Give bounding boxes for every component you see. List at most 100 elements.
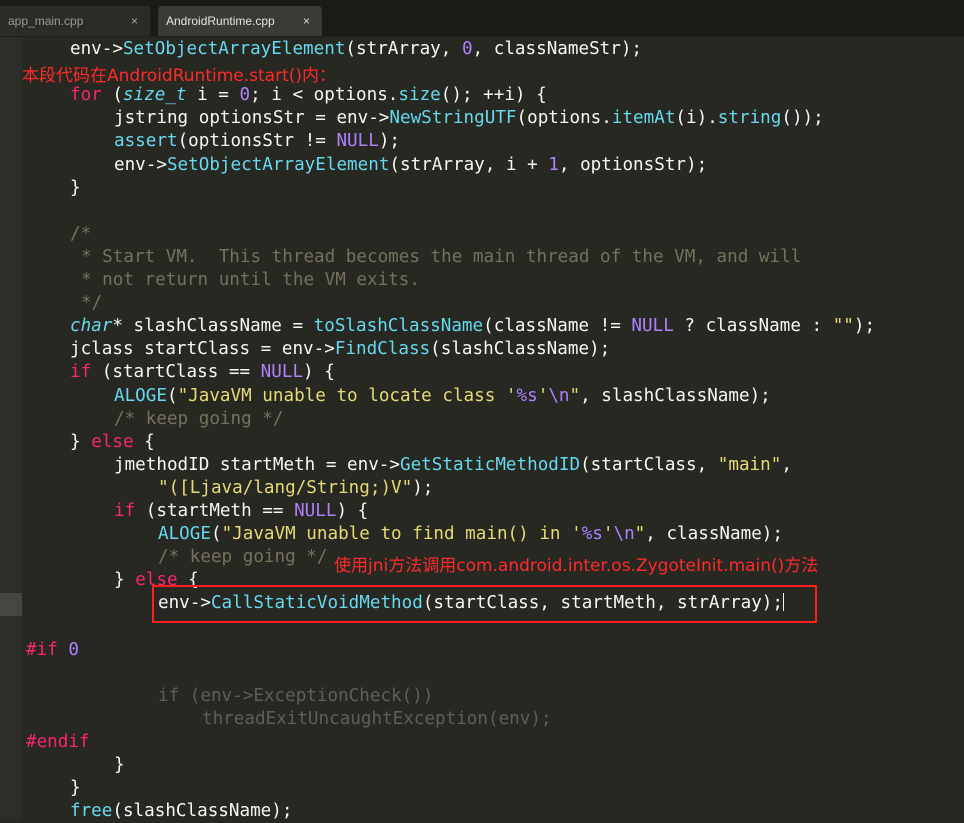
code-editor[interactable]: env->SetObjectArrayElement(strArray, 0, … [0, 37, 964, 822]
code-token: (strArray, [345, 39, 462, 59]
code-token: NULL [631, 316, 674, 337]
code-token: if [70, 362, 92, 383]
code-token: SetObjectArrayElement [166, 154, 390, 175]
code-line[interactable]: * not return until the VM exits. [81, 269, 420, 292]
code-token: ALOGE [114, 385, 167, 406]
code-token: ( [166, 385, 178, 406]
highlight-box [152, 585, 817, 623]
code-token: \n [548, 385, 570, 406]
code-token: (slashClassName); [112, 801, 293, 822]
code-line[interactable]: /* [70, 223, 91, 246]
code-token: ( [210, 524, 222, 545]
code-line[interactable]: if (env->ExceptionCheck()) [158, 685, 433, 708]
code-token: char [70, 316, 113, 337]
code-token: SetObjectArrayElement [122, 39, 346, 59]
code-line[interactable]: for (size_t i = 0; i < options.size(); +… [70, 84, 547, 107]
code-token: /* [70, 223, 92, 244]
code-token: %s [516, 385, 538, 406]
code-token: (className != [483, 316, 632, 337]
code-line[interactable]: jstring optionsStr = env->NewStringUTF(o… [114, 107, 824, 130]
code-line[interactable]: if (startMeth == NULL) { [114, 500, 368, 523]
code-token: "main" [717, 454, 782, 475]
tab-androidruntime-cpp[interactable]: AndroidRuntime.cpp × [158, 6, 322, 36]
code-token: %s [581, 524, 603, 545]
code-line[interactable]: /* keep going */ [158, 546, 327, 569]
code-line[interactable]: } [70, 777, 81, 800]
code-line[interactable]: env->SetObjectArrayElement(strArray, i +… [114, 154, 707, 177]
code-token: (options. [516, 108, 612, 129]
code-token: 1 [548, 154, 559, 175]
code-token: (strArray, i + [389, 154, 549, 175]
code-token: "JavaVM unable to find main() in ' [221, 524, 582, 545]
code-line[interactable]: /* keep going */ [114, 408, 283, 431]
code-line[interactable]: char* slashClassName = toSlashClassName(… [70, 315, 875, 338]
code-token: 0 [461, 39, 473, 59]
code-token: if (env->ExceptionCheck()) [158, 685, 434, 706]
code-token: * Start VM. This thread becomes the main… [81, 246, 802, 267]
code-token: } [70, 431, 92, 452]
code-token: { [133, 431, 155, 452]
code-token: , classNameStr); [472, 39, 643, 59]
code-token: /* keep going */ [158, 547, 328, 568]
code-token: (i). [675, 108, 718, 129]
code-token: } [70, 778, 81, 799]
code-token: (slashClassName); [430, 339, 611, 360]
code-token: (optionsStr != [177, 131, 337, 152]
code-token: i = [186, 85, 240, 106]
code-token: ALOGE [158, 524, 211, 545]
tab-bar: app_main.cpp × AndroidRuntime.cpp × [0, 0, 964, 37]
code-token: ); [412, 477, 434, 498]
close-icon[interactable]: × [303, 6, 310, 36]
code-token: NULL [294, 501, 337, 521]
code-token: assert [114, 131, 178, 152]
code-line[interactable]: } else { [70, 431, 155, 454]
code-token: threadExitUncaughtException(env); [202, 708, 552, 729]
line-gutter [0, 37, 22, 820]
code-line[interactable]: #endif [26, 731, 90, 754]
code-token: ( [101, 85, 123, 106]
code-line[interactable]: } [114, 754, 125, 777]
code-token: #endif [26, 732, 90, 752]
code-token: #if [26, 639, 58, 660]
code-token: free [70, 801, 113, 822]
code-line[interactable]: } [70, 177, 81, 200]
code-token: ' [537, 385, 549, 406]
code-token: ); [853, 316, 876, 337]
code-token: \n [613, 524, 635, 545]
code-token: } [70, 177, 81, 198]
code-token: (startClass, [580, 454, 718, 475]
code-token: for [70, 85, 102, 106]
code-token: , optionsStr); [558, 154, 708, 175]
code-token: env-> [114, 154, 167, 175]
code-token: (startClass == [91, 362, 261, 383]
close-icon[interactable]: × [131, 6, 138, 36]
code-line[interactable]: threadExitUncaughtException(env); [202, 708, 552, 731]
code-token: jmethodID startMeth = env-> [114, 454, 400, 475]
code-line[interactable]: * Start VM. This thread becomes the main… [81, 246, 801, 269]
code-token: ) { [303, 362, 335, 383]
code-token: * slashClassName = [112, 316, 314, 337]
code-token: , slashClassName); [580, 385, 771, 406]
code-token: size [398, 85, 441, 106]
code-line[interactable]: jclass startClass = env->FindClass(slash… [70, 338, 610, 361]
code-token: (); ++i) { [440, 85, 547, 106]
code-token: * not return until the VM exits. [81, 270, 420, 290]
code-token: ); [378, 131, 401, 152]
code-token: else [91, 431, 134, 452]
code-line[interactable]: ALOGE("JavaVM unable to locate class '%s… [114, 385, 771, 408]
current-line-marker [0, 593, 22, 616]
code-token: , className); [645, 524, 783, 545]
code-line[interactable]: */ [81, 292, 102, 315]
code-token: ? className : [673, 316, 833, 337]
code-token: " [569, 385, 581, 406]
code-line[interactable]: assert(optionsStr != NULL); [114, 130, 400, 153]
code-line[interactable]: #if 0 [26, 639, 79, 662]
tab-app-main-cpp[interactable]: app_main.cpp × [0, 6, 150, 36]
code-line[interactable]: "([Ljava/lang/String;)V"); [158, 477, 433, 500]
code-token: ) { [336, 501, 369, 521]
code-line[interactable]: if (startClass == NULL) { [70, 361, 335, 384]
code-line[interactable]: jmethodID startMeth = env->GetStaticMeth… [114, 454, 792, 477]
code-line[interactable]: ALOGE("JavaVM unable to find main() in '… [158, 523, 783, 546]
code-line[interactable]: env->SetObjectArrayElement(strArray, 0, … [70, 38, 642, 61]
code-token: jclass startClass = env-> [70, 339, 335, 360]
